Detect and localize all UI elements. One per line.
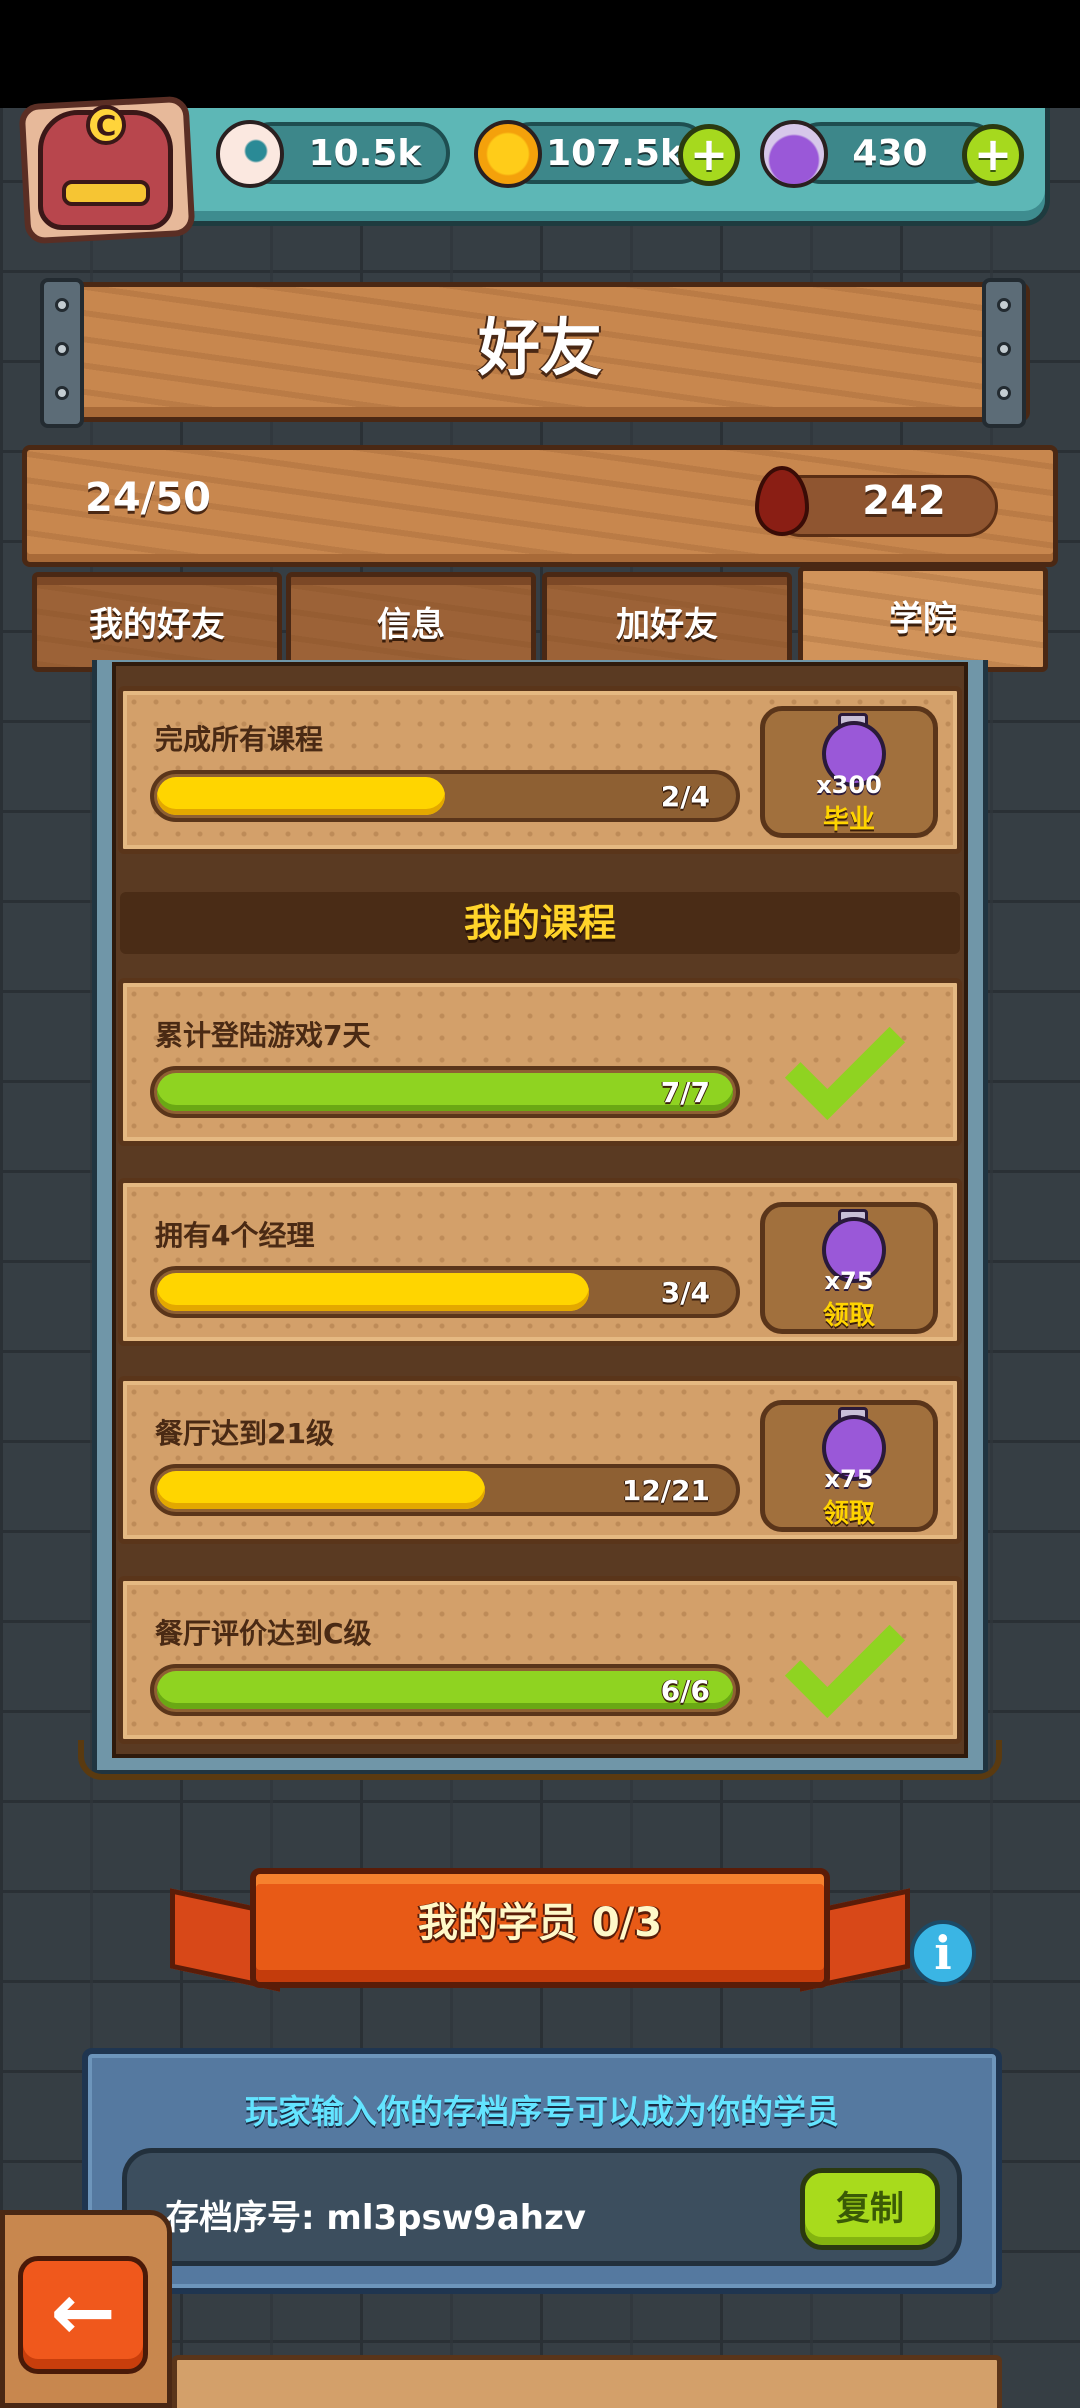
coin-value: 107.5k bbox=[546, 132, 684, 174]
graduate-button[interactable]: x300 毕业 bbox=[760, 706, 938, 838]
blood-drop-value: 242 bbox=[862, 478, 946, 524]
status-bar bbox=[0, 0, 1080, 108]
back-arrow-icon: ← bbox=[50, 2268, 116, 2358]
coin-icon bbox=[474, 120, 542, 188]
course-progress-text: 7/7 bbox=[660, 1076, 710, 1109]
potion-icon bbox=[760, 120, 828, 188]
graduation-reward-qty: x300 bbox=[816, 771, 882, 799]
claim-button[interactable]: x75 领取 bbox=[760, 1400, 938, 1532]
course-label: 累计登陆游戏7天 bbox=[155, 1019, 371, 1052]
course-progress-text: 3/4 bbox=[660, 1276, 710, 1309]
friends-count: 24/50 bbox=[85, 475, 211, 521]
invite-hint: 玩家输入你的存档序号可以成为你的学员 bbox=[245, 2092, 839, 2131]
course-progress-text: 6/6 bbox=[660, 1674, 710, 1707]
course-progress-text: 12/21 bbox=[621, 1474, 710, 1507]
tab-add-friend[interactable]: 加好友 bbox=[542, 572, 792, 672]
graduation-label: 完成所有课程 bbox=[155, 723, 324, 756]
student-card-partial bbox=[172, 2355, 1002, 2408]
tab-academy[interactable]: 学院 bbox=[798, 566, 1048, 672]
page-title: 好友 bbox=[477, 311, 602, 384]
course-label: 餐厅达到21级 bbox=[155, 1417, 334, 1450]
add-potion-button[interactable]: + bbox=[962, 124, 1024, 186]
claim-button[interactable]: x75 领取 bbox=[760, 1202, 938, 1334]
graduation-progress-text: 2/4 bbox=[660, 780, 710, 813]
tab-my-friends[interactable]: 我的好友 bbox=[32, 572, 282, 672]
panel-foot-trim bbox=[78, 1740, 1002, 1780]
course-label: 拥有4个经理 bbox=[155, 1219, 315, 1252]
back-button[interactable]: ← bbox=[18, 2256, 148, 2374]
reward-action: 领取 bbox=[822, 1301, 875, 1331]
courses-header: 我的课程 bbox=[120, 892, 960, 954]
avatar-teeth bbox=[62, 180, 150, 206]
course-label: 餐厅评价达到C级 bbox=[155, 1617, 372, 1650]
save-code: 存档序号: ml3psw9ahzv bbox=[165, 2198, 586, 2238]
copy-button[interactable]: 复制 bbox=[800, 2168, 940, 2250]
reward-qty: x75 bbox=[824, 1465, 874, 1493]
info-icon[interactable]: i bbox=[910, 1920, 976, 1986]
tab-messages[interactable]: 信息 bbox=[286, 572, 536, 672]
eyeball-value: 10.5k bbox=[308, 132, 422, 174]
rank-badge: C bbox=[86, 105, 126, 145]
reward-action: 领取 bbox=[822, 1499, 875, 1529]
reward-qty: x75 bbox=[824, 1267, 874, 1295]
add-coins-button[interactable]: + bbox=[678, 124, 740, 186]
eyeball-icon bbox=[216, 120, 284, 188]
graduation-reward-action: 毕业 bbox=[822, 805, 875, 835]
students-banner-text: 我的学员 0/3 bbox=[417, 1900, 663, 1946]
potion-value: 430 bbox=[852, 132, 928, 174]
